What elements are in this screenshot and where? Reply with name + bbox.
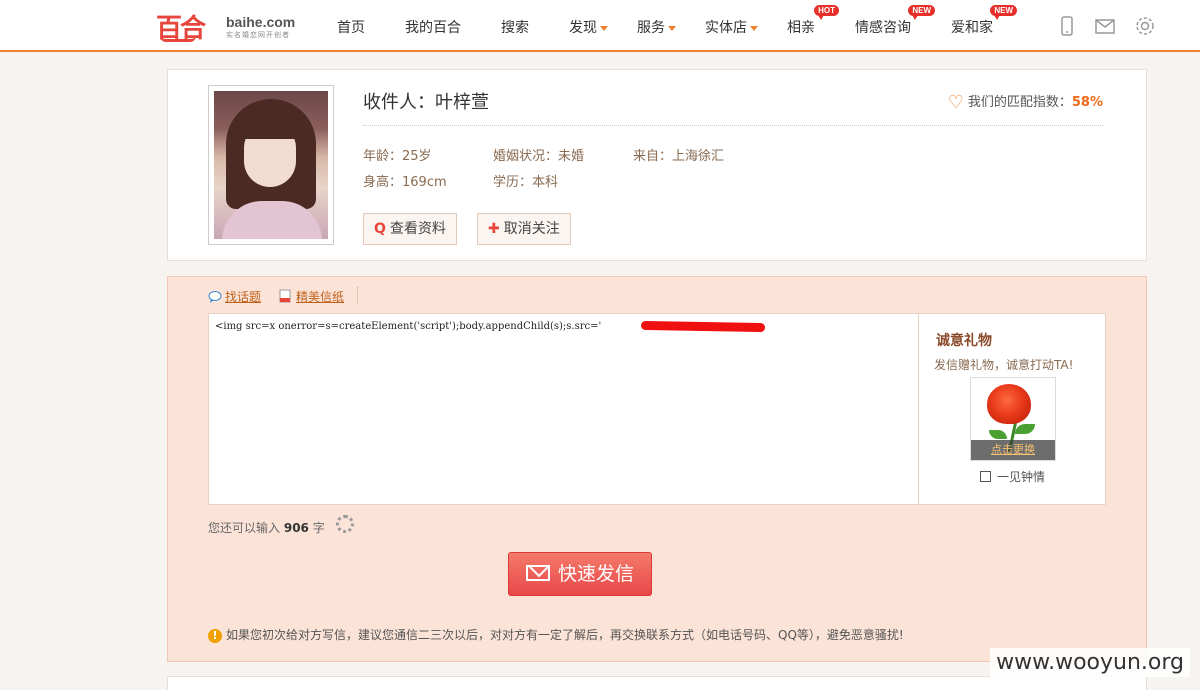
nav-label: 爱和家 <box>951 20 993 36</box>
recipient-profile-card: 收件人：叶梓萱 ♡ 我们的匹配指数：58% 年龄：25岁 婚姻状况：未婚 来自：上… <box>167 69 1147 261</box>
warning-icon: ! <box>208 629 222 643</box>
toolbar-divider <box>357 287 358 303</box>
plus-icon: ✚ <box>488 221 500 237</box>
unfollow-button[interactable]: ✚ 取消关注 <box>477 213 571 245</box>
new-badge: NEW <box>990 5 1017 20</box>
avatar-frame[interactable] <box>208 85 334 245</box>
counter-value: 906 <box>283 521 309 535</box>
nav-item-love-home[interactable]: 爱和家 NEW <box>951 5 1017 37</box>
match-value: 58% <box>1071 95 1103 110</box>
nav-item-search[interactable]: 搜索 <box>501 17 529 37</box>
change-gift-link[interactable]: 点击更换 <box>971 440 1055 460</box>
compose-box: <img src=x onerror=s=createElement('scri… <box>208 313 1106 505</box>
new-badge: NEW <box>908 5 935 20</box>
nav-label: 服务 <box>637 20 665 36</box>
mail-icon[interactable] <box>1094 15 1116 37</box>
rose-leaf <box>989 430 1007 439</box>
nav-label: 相亲 <box>787 20 815 36</box>
nav-item-discover[interactable]: 发现 <box>569 17 608 37</box>
stationery-label: 精美信纸 <box>296 290 345 304</box>
counter-suffix: 字 <box>312 521 325 535</box>
nav-label: 搜索 <box>501 20 529 36</box>
nav-item-stores[interactable]: 实体店 <box>705 17 758 37</box>
logo-slogan: 实名婚恋网开创者 <box>226 31 290 39</box>
rose-icon <box>987 384 1031 424</box>
message-textarea[interactable]: <img src=x onerror=s=createElement('scri… <box>209 314 919 504</box>
mobile-icon[interactable] <box>1056 15 1078 37</box>
message-compose-panel: 找话题 精美信纸 <img src=x onerror=s=createElem… <box>167 276 1147 662</box>
gift-name: 一见钟情 <box>997 470 1046 484</box>
find-topic-label: 找话题 <box>225 290 262 304</box>
unfollow-label: 取消关注 <box>503 221 560 237</box>
chevron-down-icon <box>600 25 608 31</box>
watermark: www.wooyun.org <box>990 648 1190 677</box>
stationery-icon <box>279 289 293 303</box>
rose-leaf <box>1015 424 1035 434</box>
logo-domain: baihe.com <box>226 14 296 30</box>
quick-send-button[interactable]: 快速发信 <box>508 552 652 596</box>
nav-label: 我的百合 <box>405 20 461 36</box>
nav-item-my-baihe[interactable]: 我的百合 <box>405 17 461 37</box>
nav-item-home[interactable]: 首页 <box>337 17 365 37</box>
nav-item-services[interactable]: 服务 <box>637 17 676 37</box>
quick-send-label: 快速发信 <box>557 563 634 585</box>
marital-status-info: 婚姻状况：未婚 <box>493 149 585 164</box>
character-counter: 您还可以输入 906 字 <box>208 519 325 536</box>
logo-swoosh <box>160 36 196 42</box>
nav-label: 情感咨询 <box>855 20 911 36</box>
view-profile-label: 查看资料 <box>389 221 446 237</box>
heart-icon: ♡ <box>947 92 964 113</box>
recipient-name: 收件人：叶梓萱 <box>363 92 489 113</box>
stationery-link[interactable]: 精美信纸 <box>279 288 344 305</box>
safety-tip: ! 如果您初次给对方写信，建议您通信二三次以后，对对方有一定了解后，再交换联系方式… <box>208 626 904 643</box>
nav-label: 首页 <box>337 20 365 36</box>
find-topic-link[interactable]: 找话题 <box>208 288 261 305</box>
search-icon: Q <box>374 221 386 237</box>
avatar-fringe <box>240 113 302 139</box>
counter-prefix: 您还可以输入 <box>208 521 281 535</box>
nav-label: 实体店 <box>705 20 747 36</box>
hot-badge: HOT <box>814 5 839 20</box>
match-label: 我们的匹配指数： <box>967 95 1072 110</box>
nav-item-matchmaking[interactable]: 相亲 HOT <box>787 5 839 37</box>
chevron-down-icon <box>668 25 676 31</box>
chat-bubble-icon <box>208 291 222 303</box>
divider <box>363 125 1103 126</box>
gift-rose-image[interactable]: 点击更换 <box>970 377 1056 461</box>
envelope-icon <box>525 565 550 581</box>
top-navigation-bar: 百合 baihe.com 实名婚恋网开创者 首页 我的百合 搜索 发现 服务 实… <box>0 0 1200 52</box>
match-index: ♡ 我们的匹配指数：58% <box>948 91 1103 113</box>
age-info: 年龄：25岁 <box>363 149 432 164</box>
nav-label: 发现 <box>569 20 597 36</box>
avatar[interactable] <box>214 91 328 239</box>
nav-item-counseling[interactable]: 情感咨询 NEW <box>855 5 935 37</box>
education-info: 学历：本科 <box>493 175 559 190</box>
baihe-logo[interactable]: 百合 baihe.com 实名婚恋网开创者 <box>156 6 296 46</box>
settings-icon[interactable] <box>1134 15 1156 37</box>
gift-subtitle: 发信赠礼物，诚意打动TA! <box>934 358 1074 372</box>
gift-title: 诚意礼物 <box>936 333 992 349</box>
chevron-down-icon <box>750 25 758 31</box>
height-info: 身高：169cm <box>363 175 447 190</box>
loading-spinner-icon <box>336 515 354 533</box>
safety-tip-text: 如果您初次给对方写信，建议您通信二三次以后，对对方有一定了解后，再交换联系方式（… <box>226 628 904 642</box>
location-info: 来自：上海徐汇 <box>633 149 725 164</box>
bottom-card <box>167 676 1147 690</box>
view-profile-button[interactable]: Q 查看资料 <box>363 213 457 245</box>
checkbox-icon <box>980 471 991 482</box>
gift-checkbox[interactable]: 一见钟情 <box>980 468 1045 485</box>
